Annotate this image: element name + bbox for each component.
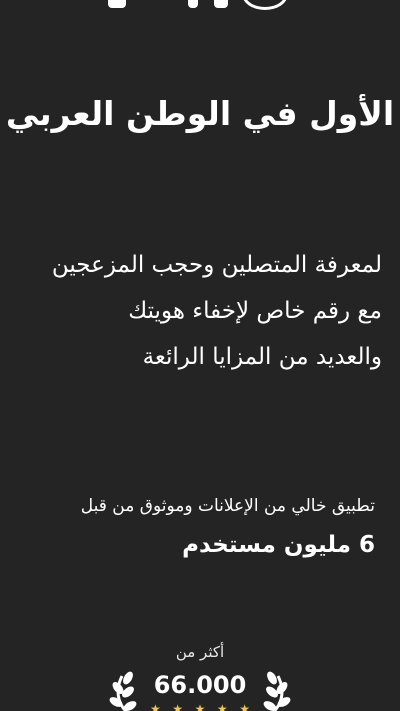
- rating-count: 66.000: [153, 671, 247, 699]
- users-count-text: 6 مليون مستخدم: [182, 532, 375, 558]
- star-icon: ★: [194, 702, 206, 711]
- logo-mark: [242, 0, 288, 10]
- laurel-wreath-icon: [263, 671, 291, 711]
- star-icon: ★: [150, 702, 161, 711]
- logo-glyph: [188, 0, 198, 8]
- adfree-text: تطبيق خالي من الإعلانات وموثوق من قبل: [80, 496, 375, 516]
- feature-line: مع رقم خاص لإخفاء هويتك: [128, 298, 382, 324]
- more-than-label: أكثر من: [175, 643, 225, 661]
- app-logo: [0, 0, 400, 10]
- feature-line: لمعرفة المتصلين وحجب المزعجين: [51, 252, 382, 278]
- headline: الأول في الوطن العربي: [5, 94, 395, 133]
- feature-line: والعديد من المزايا الرائعة: [142, 344, 382, 370]
- star-icon: ★: [216, 702, 228, 711]
- onboarding-screen: الأول في الوطن العربي لمعرفة المتصلين وح…: [0, 0, 400, 711]
- feature-list: لمعرفة المتصلين وحجب المزعجين مع رقم خاص…: [12, 242, 382, 380]
- star-icon: ★: [239, 702, 250, 711]
- logo-glyph: [214, 0, 228, 8]
- star-icon: ★: [172, 702, 184, 711]
- logo-glyph: [108, 0, 126, 8]
- rating-stars: ★ ★ ★ ★ ★: [150, 702, 250, 711]
